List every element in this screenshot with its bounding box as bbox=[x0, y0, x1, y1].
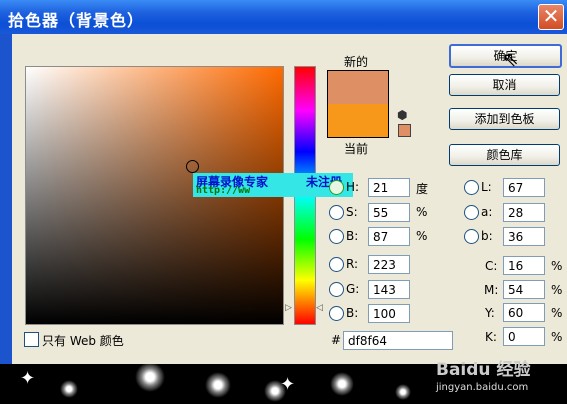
cyan-label: C: bbox=[485, 259, 498, 273]
green-input[interactable]: 143 bbox=[368, 280, 410, 299]
current-color-label: 当前 bbox=[344, 142, 369, 156]
background-star bbox=[330, 372, 354, 396]
saturation-input[interactable]: 55 bbox=[368, 203, 410, 222]
yellow-label: Y: bbox=[485, 306, 495, 320]
black-input[interactable]: 0 bbox=[503, 327, 545, 346]
color-swatch bbox=[327, 70, 389, 138]
magenta-input[interactable]: 54 bbox=[503, 280, 545, 299]
radio-blue[interactable] bbox=[329, 306, 344, 321]
hex-symbol: # bbox=[331, 333, 342, 347]
saturation-unit: % bbox=[416, 205, 428, 219]
radio-green[interactable] bbox=[329, 282, 344, 297]
cube-icon[interactable]: ⬢ bbox=[397, 108, 407, 122]
red-input[interactable]: 223 bbox=[368, 255, 410, 274]
blue-input[interactable]: 100 bbox=[368, 304, 410, 323]
cyan-input[interactable]: 16 bbox=[503, 256, 545, 275]
radio-brightness[interactable] bbox=[329, 229, 344, 244]
yellow-unit: % bbox=[551, 306, 563, 320]
hex-input[interactable]: df8f64 bbox=[343, 331, 453, 350]
background-star bbox=[135, 362, 165, 392]
title-bar[interactable]: 拾色器（背景色） ✕ bbox=[0, 0, 567, 34]
background-sparkle: ✦ bbox=[20, 368, 36, 389]
web-colors-only-checkbox[interactable] bbox=[24, 332, 39, 347]
brightness-input[interactable]: 87 bbox=[368, 227, 410, 246]
add-to-swatches-button[interactable]: 添加到色板 bbox=[449, 108, 560, 130]
baidu-watermark: Baidu 经验 bbox=[436, 360, 531, 380]
magenta-unit: % bbox=[551, 283, 563, 297]
hue-label: H: bbox=[346, 180, 360, 194]
new-color-label: 新的 bbox=[344, 55, 369, 69]
b-input[interactable]: 36 bbox=[503, 227, 545, 246]
brightness-unit: % bbox=[416, 229, 428, 243]
background-star bbox=[205, 372, 231, 398]
hue-unit: 度 bbox=[416, 182, 429, 196]
radio-lightness[interactable] bbox=[464, 180, 479, 195]
background-star bbox=[395, 384, 411, 400]
red-label: R: bbox=[346, 257, 359, 271]
mouse-cursor-icon: ⇖ bbox=[502, 47, 519, 71]
hue-slider-right-arrow[interactable]: ◁ bbox=[316, 303, 323, 313]
recorder-watermark-url: http://ww bbox=[196, 185, 251, 196]
radio-b[interactable] bbox=[464, 229, 479, 244]
window-title: 拾色器（背景色） bbox=[8, 11, 145, 30]
hue-input[interactable]: 21 bbox=[368, 178, 410, 197]
blue-label: B: bbox=[346, 306, 359, 320]
web-colors-only-label: 只有 Web 颜色 bbox=[42, 334, 124, 348]
a-label: a: bbox=[481, 205, 493, 219]
radio-a[interactable] bbox=[464, 205, 479, 220]
current-color-swatch[interactable] bbox=[328, 104, 388, 137]
window-border bbox=[0, 34, 12, 364]
color-picker-ring[interactable] bbox=[186, 160, 199, 173]
b-label: b: bbox=[481, 229, 493, 243]
lightness-input[interactable]: 67 bbox=[503, 178, 545, 197]
radio-hue[interactable] bbox=[329, 180, 344, 195]
close-button[interactable]: ✕ bbox=[538, 4, 564, 30]
yellow-input[interactable]: 60 bbox=[503, 303, 545, 322]
green-label: G: bbox=[346, 282, 360, 296]
radio-red[interactable] bbox=[329, 257, 344, 272]
radio-saturation[interactable] bbox=[329, 205, 344, 220]
saturation-label: S: bbox=[346, 205, 358, 219]
color-libraries-button[interactable]: 颜色库 bbox=[449, 144, 560, 166]
baidu-watermark-url: jingyan.baidu.com bbox=[436, 382, 529, 393]
cyan-unit: % bbox=[551, 259, 563, 273]
brightness-label: B: bbox=[346, 229, 359, 243]
background-sparkle: ✦ bbox=[280, 374, 296, 395]
background-star bbox=[60, 380, 78, 398]
web-safe-swatch[interactable] bbox=[398, 124, 411, 137]
black-label: K: bbox=[485, 330, 497, 344]
cancel-button[interactable]: 取消 bbox=[449, 74, 560, 96]
lightness-label: L: bbox=[481, 180, 492, 194]
hue-slider-left-arrow[interactable]: ▷ bbox=[285, 303, 292, 313]
new-color-swatch bbox=[328, 71, 388, 104]
black-unit: % bbox=[551, 330, 563, 344]
magenta-label: M: bbox=[484, 283, 499, 297]
a-input[interactable]: 28 bbox=[503, 203, 545, 222]
